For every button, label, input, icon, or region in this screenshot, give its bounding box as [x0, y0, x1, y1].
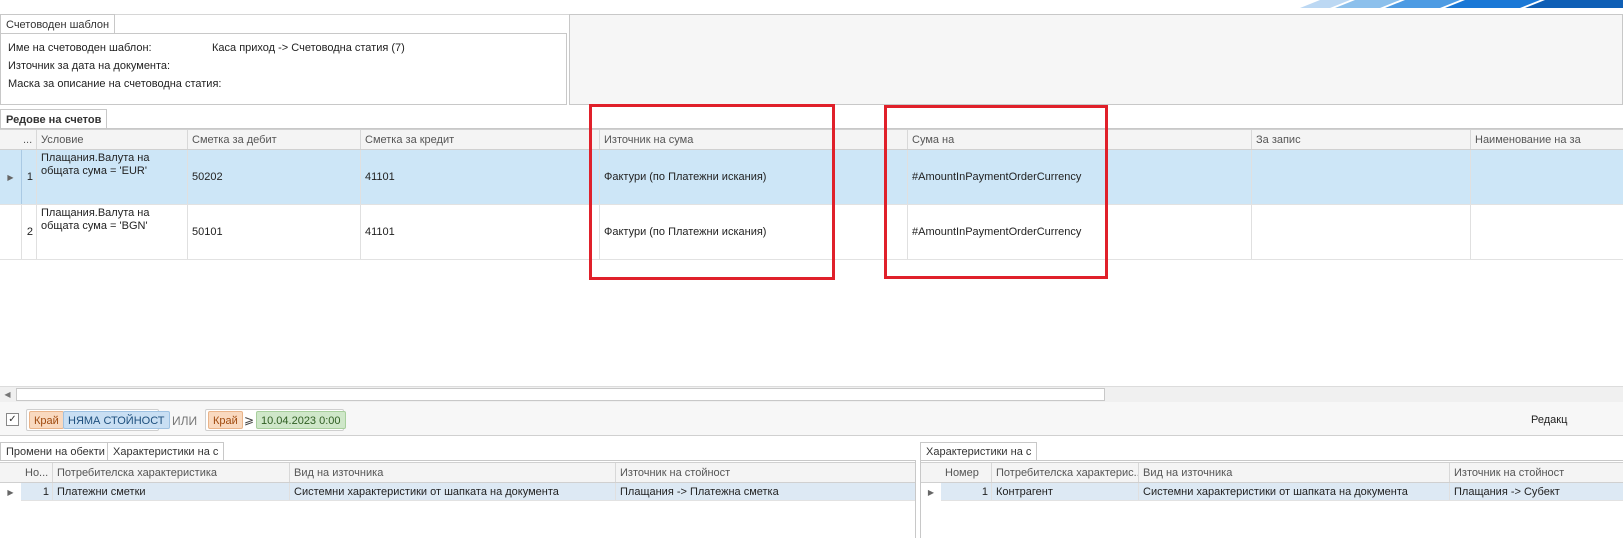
header-decoration — [1300, 0, 1623, 8]
template-panel: Име на счетоводен шаблон: Каса приход ->… — [0, 33, 567, 105]
horizontal-scrollbar[interactable]: ◀ — [0, 386, 1623, 402]
column-header-credit[interactable]: Сметка за кредит — [361, 130, 600, 149]
name-cell[interactable] — [1471, 150, 1623, 204]
bottom-left-panel-border — [915, 460, 916, 538]
description-mask-label: Маска за описание на счетоводна статия: — [8, 78, 222, 90]
name-cell[interactable] — [1471, 205, 1623, 259]
filter-field-chip[interactable]: Край — [29, 411, 64, 429]
column-header-value-source[interactable]: Източник на стойност — [1450, 463, 1623, 482]
record-cell[interactable] — [1252, 205, 1471, 259]
tab-characteristics-right[interactable]: Характеристики на с — [920, 442, 1038, 461]
condition-cell[interactable]: Плащания.Валута на общата сума = 'BGN' — [37, 205, 188, 259]
column-header-condition[interactable]: Условие — [37, 130, 188, 149]
row-pointer-icon: ▶ — [0, 483, 21, 501]
filter-bar: ✓ Край НЯМА СТОЙНОСТ ИЛИ Край ⩾ 10.04.20… — [0, 402, 1623, 436]
tab-accounting-rows[interactable]: Редове на счетов — [0, 109, 108, 129]
characteristic-cell[interactable]: Платежни сметки — [53, 483, 290, 500]
table-row[interactable]: ▶ 1 Платежни сметки Системни характерист… — [0, 483, 915, 501]
table-row[interactable]: ▶ 1 Контрагент Системни характеристики о… — [921, 483, 1623, 501]
credit-cell[interactable]: 41101 — [361, 150, 600, 204]
tab-object-changes[interactable]: Промени на обекти — [0, 442, 111, 461]
column-header-value-source[interactable]: Източник на стойност — [616, 463, 915, 482]
debit-cell[interactable]: 50202 — [188, 150, 361, 204]
column-header-indicator[interactable]: ... — [21, 130, 37, 149]
template-name-label: Име на счетоводен шаблон: — [8, 42, 152, 54]
row-number: 1 — [21, 150, 37, 204]
record-cell[interactable] — [1252, 150, 1471, 204]
tab-template[interactable]: Счетоводен шаблон — [0, 14, 116, 34]
credit-cell[interactable]: 41101 — [361, 205, 600, 259]
row-number: 1 — [941, 483, 992, 500]
scroll-left-icon[interactable]: ◀ — [0, 387, 15, 402]
template-name-value[interactable]: Каса приход -> Счетоводна статия (7) — [212, 42, 405, 54]
tab-characteristics-left[interactable]: Характеристики на с — [107, 442, 225, 461]
column-header-debit[interactable]: Сметка за дебит — [188, 130, 361, 149]
filter-enable-checkbox[interactable]: ✓ — [6, 413, 19, 426]
column-header-number[interactable]: Номер — [941, 463, 992, 482]
row-number: 2 — [21, 205, 37, 259]
source-kind-cell[interactable]: Системни характеристики от шапката на до… — [1139, 483, 1450, 500]
row-number: 1 — [21, 483, 53, 500]
row-pointer-icon: ▶ — [921, 483, 941, 501]
column-header-name[interactable]: Наименование на за — [1471, 130, 1623, 149]
column-header-source-kind[interactable]: Вид на източника — [1139, 463, 1450, 482]
scrollbar-thumb[interactable] — [16, 388, 1105, 401]
column-header-source-kind[interactable]: Вид на източника — [290, 463, 616, 482]
highlight-amount — [884, 105, 1108, 279]
filter-edit-link[interactable]: Редакц — [1531, 414, 1567, 426]
column-header-record[interactable]: За запис — [1252, 130, 1471, 149]
source-kind-cell[interactable]: Системни характеристики от шапката на до… — [290, 483, 616, 500]
filter-value-chip[interactable]: НЯМА СТОЙНОСТ — [63, 411, 170, 429]
value-source-cell[interactable]: Плащания -> Платежна сметка — [616, 483, 915, 500]
condition-cell[interactable]: Плащания.Валута на общата сума = 'EUR' — [37, 150, 188, 204]
column-header-user-characteristic[interactable]: Потребителска характерис... — [992, 463, 1139, 482]
filter-date-chip[interactable]: 10.04.2023 0:00 — [256, 411, 346, 429]
bottom-left-grid-header: Но... Потребителска характеристика Вид н… — [0, 462, 915, 483]
bottom-right-grid-header: Номер Потребителска характерис... Вид на… — [921, 462, 1623, 483]
date-source-label: Източник за дата на документа: — [8, 60, 171, 72]
characteristic-cell[interactable]: Контрагент — [992, 483, 1139, 500]
bottom-right-divider — [920, 460, 1623, 461]
column-header-number[interactable]: Но... — [21, 463, 53, 482]
filter-field-chip[interactable]: Край — [208, 411, 243, 429]
debit-cell[interactable]: 50101 — [188, 205, 361, 259]
bottom-left-divider — [0, 460, 916, 461]
value-source-cell[interactable]: Плащания -> Субект — [1450, 483, 1623, 500]
filter-operator[interactable]: ⩾ — [244, 413, 254, 427]
highlight-amount-source — [589, 104, 835, 280]
column-header-user-characteristic[interactable]: Потребителска характеристика — [53, 463, 290, 482]
filter-or-operator[interactable]: ИЛИ — [172, 414, 197, 428]
template-side-panel — [569, 14, 1623, 105]
row-pointer-icon: ▶ — [7, 173, 14, 182]
